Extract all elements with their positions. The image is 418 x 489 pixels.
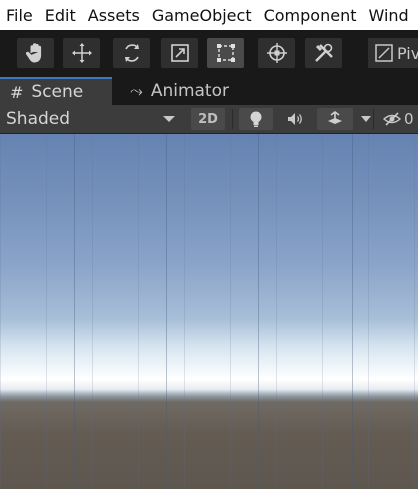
hidden-count-label: 0: [404, 110, 414, 128]
move-tool-button[interactable]: [63, 38, 100, 68]
eye-hidden-icon: [382, 112, 402, 126]
toggle-2d-button[interactable]: 2D: [191, 108, 225, 130]
window-tabs: # Scene ⤳ Animator: [0, 75, 418, 105]
menu-edit[interactable]: Edit: [38, 6, 81, 25]
audio-toggle-button[interactable]: [278, 108, 312, 130]
toggle-2d-label: 2D: [198, 111, 218, 127]
chevron-down-icon: [163, 116, 175, 122]
pivot-label: Piv: [397, 43, 418, 63]
scene-viewport[interactable]: [0, 134, 418, 489]
grid-line: [166, 134, 167, 489]
divider: [232, 109, 233, 129]
tab-animator-label: Animator: [150, 81, 229, 101]
scene-grid-icon: #: [10, 82, 24, 102]
scene-toolbar: Shaded 2D 0: [0, 105, 418, 134]
rotate-icon: [124, 44, 139, 62]
menu-component[interactable]: Component: [257, 6, 362, 25]
transform-icon: [266, 43, 287, 63]
pivot-icon: [375, 44, 393, 62]
menu-assets[interactable]: Assets: [81, 6, 145, 25]
menu-file[interactable]: File: [0, 6, 38, 25]
pivot-toggle[interactable]: Piv: [368, 38, 418, 68]
grid-line: [74, 134, 75, 489]
draw-mode-dropdown[interactable]: Shaded: [6, 105, 70, 133]
grid-line: [352, 134, 353, 489]
hand-icon: [25, 43, 41, 63]
lightbulb-icon: [250, 111, 262, 127]
transform-tool-button[interactable]: [258, 38, 295, 68]
rect-tool-button[interactable]: [207, 38, 244, 68]
tab-scene[interactable]: # Scene: [0, 77, 112, 105]
tab-scene-label: Scene: [31, 82, 84, 102]
speaker-icon: [288, 113, 302, 125]
custom-tool-button[interactable]: [305, 38, 342, 68]
rect-icon: [216, 44, 235, 62]
rotate-tool-button[interactable]: [113, 38, 150, 68]
scale-tool-button[interactable]: [161, 38, 198, 68]
move-icon: [71, 43, 92, 63]
menu-bar: File Edit Assets GameObject Component Wi…: [0, 0, 418, 30]
animator-icon: ⤳: [130, 81, 143, 100]
effects-layers-icon: [328, 111, 342, 124]
effects-toggle-button[interactable]: [317, 108, 353, 130]
lighting-toggle-button[interactable]: [239, 108, 273, 130]
grid-line: [258, 134, 259, 489]
custom-tool-icon: [314, 43, 333, 62]
tab-animator[interactable]: ⤳ Animator: [120, 77, 250, 105]
main-toolbar: Piv: [0, 30, 418, 75]
effects-dropdown-arrow[interactable]: [361, 116, 371, 122]
scale-icon: [170, 44, 189, 62]
menu-window[interactable]: Wind: [361, 6, 413, 25]
divider: [373, 109, 374, 129]
hidden-objects-toggle[interactable]: 0: [380, 108, 418, 130]
scene-grid: [0, 134, 418, 489]
menu-gameobject[interactable]: GameObject: [145, 6, 257, 25]
hand-tool-button[interactable]: [17, 38, 54, 68]
